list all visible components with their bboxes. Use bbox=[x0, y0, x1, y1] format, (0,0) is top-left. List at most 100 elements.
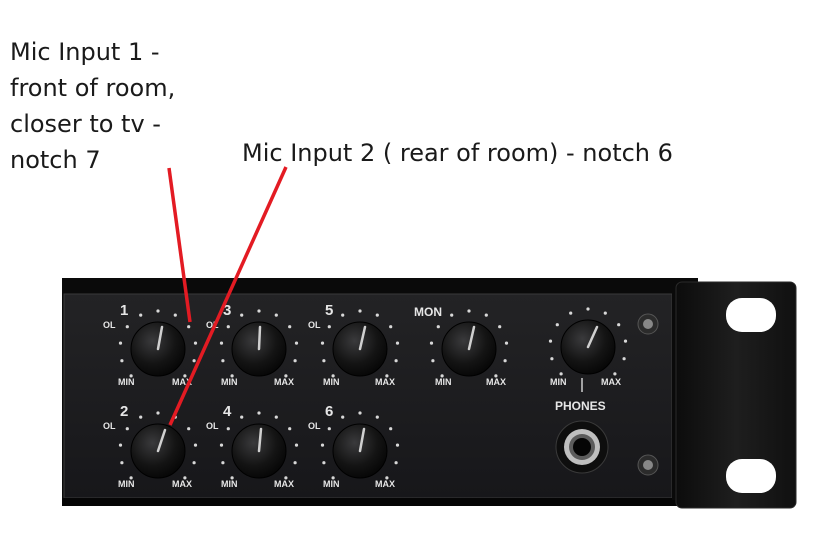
ol-label: OL bbox=[308, 421, 321, 431]
scale-dot bbox=[139, 313, 143, 317]
gain-knob-channel-3[interactable] bbox=[231, 321, 287, 377]
scale-dot bbox=[389, 325, 393, 329]
scale-dot bbox=[284, 374, 288, 378]
scale-dot bbox=[274, 313, 278, 317]
scale-dot bbox=[385, 374, 389, 378]
scale-dot bbox=[385, 476, 389, 480]
scale-dot bbox=[156, 411, 160, 415]
max-label: MAX bbox=[375, 377, 395, 387]
gain-knob-channel-4[interactable] bbox=[231, 423, 287, 479]
min-label: MIN bbox=[221, 479, 238, 489]
scale-dot bbox=[193, 341, 198, 345]
min-label: MIN bbox=[550, 377, 567, 387]
mon-label: MON bbox=[414, 305, 442, 319]
scale-dot bbox=[341, 313, 345, 317]
channel-number: 4 bbox=[223, 403, 232, 420]
scale-dot bbox=[219, 341, 224, 345]
phones-level-knob[interactable] bbox=[560, 319, 616, 375]
gain-knob-channel-1[interactable] bbox=[130, 321, 186, 377]
scale-dot bbox=[320, 341, 325, 345]
scale-dot bbox=[156, 309, 160, 313]
scale-dot bbox=[622, 357, 626, 361]
min-label: MIN bbox=[118, 479, 135, 489]
scale-dot bbox=[331, 476, 335, 480]
scale-dot bbox=[118, 341, 123, 345]
scale-dot bbox=[118, 443, 123, 447]
min-label: MIN bbox=[323, 377, 340, 387]
scale-dot bbox=[613, 372, 617, 376]
scale-dot bbox=[294, 443, 299, 447]
scale-dot bbox=[230, 374, 234, 378]
scale-dot bbox=[240, 313, 244, 317]
scale-dot bbox=[450, 313, 454, 317]
scale-dot bbox=[187, 325, 191, 329]
scale-dot bbox=[219, 443, 224, 447]
scale-dot bbox=[193, 443, 198, 447]
phones-jack-icon bbox=[555, 420, 609, 474]
scale-dot bbox=[358, 309, 362, 313]
scale-dot bbox=[467, 309, 471, 313]
max-label: MAX bbox=[601, 377, 621, 387]
gain-knob-channel-2[interactable] bbox=[130, 423, 186, 479]
channel-number: 1 bbox=[120, 302, 128, 319]
ol-label: OL bbox=[103, 320, 116, 330]
scale-dot bbox=[550, 357, 554, 361]
scale-dot bbox=[183, 476, 187, 480]
scale-dot bbox=[494, 374, 498, 378]
scale-dot bbox=[288, 427, 292, 431]
scale-dot bbox=[183, 374, 187, 378]
scale-dot bbox=[389, 427, 393, 431]
scale-dot bbox=[331, 374, 335, 378]
min-label: MIN bbox=[435, 377, 452, 387]
scale-dot bbox=[139, 415, 143, 419]
scale-dot bbox=[484, 313, 488, 317]
scale-dot bbox=[192, 359, 196, 363]
scale-dot bbox=[187, 427, 191, 431]
scale-dot bbox=[395, 443, 400, 447]
phones-label: PHONES bbox=[555, 399, 606, 413]
min-label: MIN bbox=[221, 377, 238, 387]
screw-icon bbox=[637, 454, 659, 476]
scale-dot bbox=[120, 461, 124, 465]
scale-dot bbox=[322, 461, 326, 465]
scale-dot bbox=[555, 323, 559, 327]
scale-dot bbox=[440, 374, 444, 378]
scale-dot bbox=[429, 341, 434, 345]
scale-dot bbox=[221, 461, 225, 465]
scale-dot bbox=[327, 325, 331, 329]
ol-label: OL bbox=[308, 320, 321, 330]
scale-dot bbox=[341, 415, 345, 419]
channel-number: 2 bbox=[120, 403, 128, 420]
scale-dot bbox=[395, 341, 400, 345]
scale-dot bbox=[375, 415, 379, 419]
scale-dot bbox=[322, 359, 326, 363]
scale-dot bbox=[226, 325, 230, 329]
scale-dot bbox=[221, 359, 225, 363]
scale-dot bbox=[327, 427, 331, 431]
min-label: MIN bbox=[323, 479, 340, 489]
scale-dot bbox=[129, 374, 133, 378]
scale-dot bbox=[358, 411, 362, 415]
scale-dot bbox=[173, 313, 177, 317]
max-label: MAX bbox=[486, 377, 506, 387]
monitor-level-knob[interactable] bbox=[441, 321, 497, 377]
gain-knob-channel-5[interactable] bbox=[332, 321, 388, 377]
min-label: MIN bbox=[118, 377, 135, 387]
scale-dot bbox=[498, 325, 502, 329]
scale-dot bbox=[129, 476, 133, 480]
scale-dot bbox=[617, 323, 621, 327]
scale-dot bbox=[436, 325, 440, 329]
scale-dot bbox=[230, 476, 234, 480]
scale-dot bbox=[257, 309, 261, 313]
scale-dot bbox=[623, 339, 628, 343]
gain-knob-channel-6[interactable] bbox=[332, 423, 388, 479]
rack-mount-slot bbox=[726, 298, 776, 332]
max-label: MAX bbox=[274, 479, 294, 489]
scale-dot bbox=[586, 307, 590, 311]
ol-label: OL bbox=[103, 421, 116, 431]
scale-dot bbox=[288, 325, 292, 329]
scale-dot bbox=[320, 443, 325, 447]
scale-dot bbox=[125, 427, 129, 431]
rack-mount-slot bbox=[726, 459, 776, 493]
max-label: MAX bbox=[375, 479, 395, 489]
